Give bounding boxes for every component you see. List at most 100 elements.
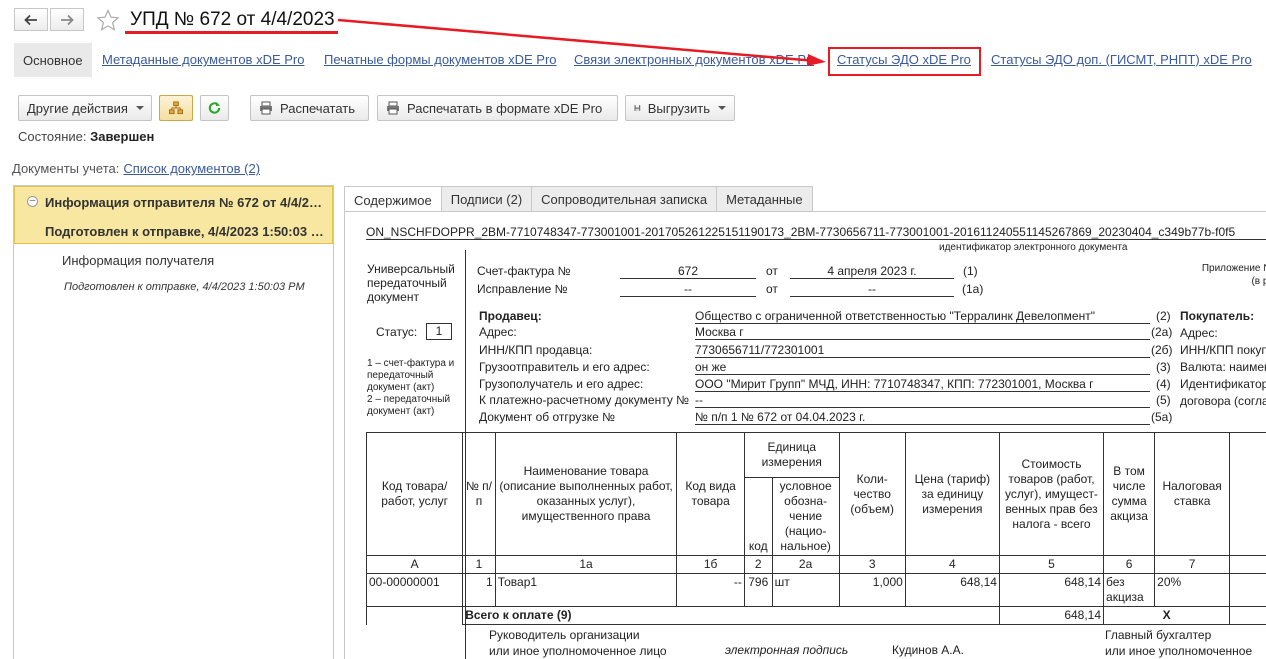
upd-title-line: передаточный bbox=[367, 276, 447, 290]
top-tabs: Основное bbox=[14, 43, 92, 77]
header-overflow bbox=[1229, 432, 1266, 556]
hierarchy-icon bbox=[169, 101, 183, 115]
footer-accountant: Главный бухгалтер или иное уполномоченно… bbox=[1105, 627, 1266, 659]
buyer-field: Адрес: bbox=[1180, 326, 1218, 340]
invoice-date: 4 апреля 2023 г. bbox=[790, 264, 954, 279]
column-letter: 6 bbox=[1103, 555, 1156, 574]
total-label: Всего к оплате (9) bbox=[462, 606, 1000, 625]
collapse-icon[interactable]: – bbox=[27, 196, 38, 207]
column-letter: 3 bbox=[838, 555, 906, 574]
favorite-star-icon[interactable] bbox=[96, 9, 120, 31]
cell-unit-name: шт bbox=[771, 573, 840, 607]
total-row: Всего к оплате (9) 648,14 X bbox=[365, 606, 1266, 625]
tab-content[interactable]: Содержимое bbox=[344, 186, 442, 213]
seller-code: (2) bbox=[1156, 309, 1171, 323]
payment-doc-label: К платежно-расчетному документу № bbox=[479, 393, 690, 407]
seller-addr-code: (2а) bbox=[1151, 325, 1173, 339]
header-qty: Коли-чество (объем) bbox=[838, 432, 906, 556]
shipment-doc-value: № п/п 1 № 672 от 04.04.2023 г. bbox=[695, 410, 1150, 425]
buyer-title: Покупатель: bbox=[1180, 309, 1255, 323]
header-unit-code: код bbox=[743, 477, 773, 556]
consignee-label: Грузополучатель и его адрес: bbox=[479, 377, 644, 391]
consignee-value: ООО "Мирит Групп" МЧД, ИНН: 7710748347, … bbox=[695, 377, 1150, 392]
payment-doc-value: -- bbox=[695, 393, 1150, 408]
tab-main[interactable]: Основное bbox=[14, 43, 92, 77]
footer-line: Главный бухгалтер bbox=[1105, 628, 1212, 642]
seller-addr-value: Москва г bbox=[695, 325, 1150, 340]
tab-edo-status-extra-xde[interactable]: Статусы ЭДО доп. (ГИСМТ, РНПТ) xDE Pro bbox=[991, 52, 1252, 67]
print-xde-label: Распечатать в формате xDE Pro bbox=[407, 100, 603, 116]
cell-price: 648,14 bbox=[904, 573, 1000, 607]
footer-signer: Руководитель организации или иное уполно… bbox=[489, 627, 667, 659]
refresh-icon bbox=[208, 101, 221, 114]
status-note: 1 – счет-фактура и bbox=[367, 358, 455, 369]
upd-title-line: документ bbox=[367, 290, 419, 304]
sender-info-status: Подготовлен к отправке, 4/4/2023 1:50:03… bbox=[45, 224, 329, 239]
sender-info-title: Информация отправителя № 672 от 4/4/2023… bbox=[45, 195, 329, 210]
document-viewer: ON_NSCHFDOPPR_2BM-7710748347-773001001-2… bbox=[344, 211, 1266, 659]
buyer-field: Валюта: наимен bbox=[1180, 360, 1266, 374]
footer-line: или иное уполномоченное лицо bbox=[1105, 644, 1253, 658]
column-letter: 1б bbox=[676, 555, 745, 574]
status-value: 1 bbox=[426, 323, 452, 340]
shipper-label: Грузоотправитель и его адрес: bbox=[479, 360, 650, 374]
print-xde-button[interactable]: Распечатать в формате xDE Pro bbox=[377, 95, 618, 121]
structure-button[interactable] bbox=[159, 95, 193, 121]
refresh-button[interactable] bbox=[200, 95, 229, 121]
tree-item-sender-info[interactable]: – Информация отправителя № 672 от 4/4/20… bbox=[14, 186, 333, 244]
header-rate: Налоговая ставка bbox=[1154, 432, 1231, 556]
back-button[interactable] bbox=[14, 8, 48, 31]
seller-name: Общество с ограниченной ответственностью… bbox=[695, 309, 1150, 324]
cell-excise: без акциза bbox=[1103, 573, 1156, 607]
document-tree: – Информация отправителя № 672 от 4/4/20… bbox=[13, 185, 334, 659]
footer-line: или иное уполномоченное лицо bbox=[489, 644, 667, 658]
column-letter: 7 bbox=[1154, 555, 1231, 574]
tree-item-recipient-info[interactable]: Информация получателя bbox=[62, 253, 214, 268]
cell-num: 1 bbox=[462, 573, 496, 607]
column-letter: 1 bbox=[462, 555, 496, 574]
status-label: Статус: bbox=[376, 325, 418, 339]
buyer-fields: Адрес: ИНН/КПП покупа Валюта: наимен Иде… bbox=[1180, 325, 1266, 410]
file-id: ON_NSCHFDOPPR_2BM-7710748347-773001001-2… bbox=[366, 225, 1266, 240]
tab-signatures[interactable]: Подписи (2) bbox=[440, 186, 533, 212]
header-name: Наименование товара (описание выполненны… bbox=[494, 432, 678, 556]
forward-button[interactable] bbox=[50, 8, 84, 31]
other-actions-label: Другие действия bbox=[27, 100, 128, 116]
cell-qty: 1,000 bbox=[838, 573, 906, 607]
column-letter: 1а bbox=[494, 555, 678, 574]
export-button[interactable]: Выгрузить bbox=[625, 95, 735, 121]
cell-overflow bbox=[1229, 573, 1266, 607]
printer-icon bbox=[260, 101, 272, 115]
invoice-from: от bbox=[766, 264, 778, 278]
shipment-doc-code: (5а) bbox=[1151, 410, 1173, 424]
file-id-caption: идентификатор электронного документа bbox=[939, 242, 1128, 253]
print-button[interactable]: Распечатать bbox=[250, 95, 369, 121]
status-note: документ (акт) bbox=[367, 406, 435, 417]
upd-title-line: Универсальный bbox=[367, 262, 455, 276]
total-mark: X bbox=[1103, 606, 1231, 625]
correction-label: Исправление № bbox=[477, 282, 568, 296]
docs-list-link[interactable]: Список документов (2) bbox=[123, 161, 260, 176]
tab-cover-note[interactable]: Сопроводительная записка bbox=[531, 186, 718, 212]
state-label: Состояние: bbox=[18, 129, 87, 144]
status-note: передаточный bbox=[367, 370, 434, 381]
cell-cost: 648,14 bbox=[998, 573, 1105, 607]
total-spacer bbox=[365, 606, 464, 625]
export-label: Выгрузить bbox=[647, 100, 710, 116]
cell-name: Товар1 bbox=[494, 573, 678, 607]
accounting-docs: Документы учета: Список документов (2) bbox=[12, 161, 260, 176]
footer-name: Кудинов А.А. bbox=[892, 643, 964, 657]
column-letter: 2 bbox=[743, 555, 773, 574]
upd-document: ON_NSCHFDOPPR_2BM-7710748347-773001001-2… bbox=[345, 212, 1266, 659]
printer-icon bbox=[387, 101, 399, 115]
tab-links-xde[interactable]: Связи электронных документов xDE Pro bbox=[574, 52, 814, 67]
tab-metadata[interactable]: Метаданные bbox=[716, 186, 813, 212]
tab-print-forms-xde[interactable]: Печатные формы документов xDE Pro bbox=[324, 52, 557, 67]
tab-metadata-xde[interactable]: Метаданные документов xDE Pro bbox=[102, 52, 304, 67]
chevron-down-icon bbox=[135, 106, 144, 110]
state-value: Завершен bbox=[90, 129, 155, 144]
seller-inn-code: (2б) bbox=[1151, 343, 1173, 357]
other-actions-button[interactable]: Другие действия bbox=[18, 95, 152, 121]
column-letter: 2а bbox=[771, 555, 840, 574]
annotation-underline bbox=[125, 31, 338, 34]
